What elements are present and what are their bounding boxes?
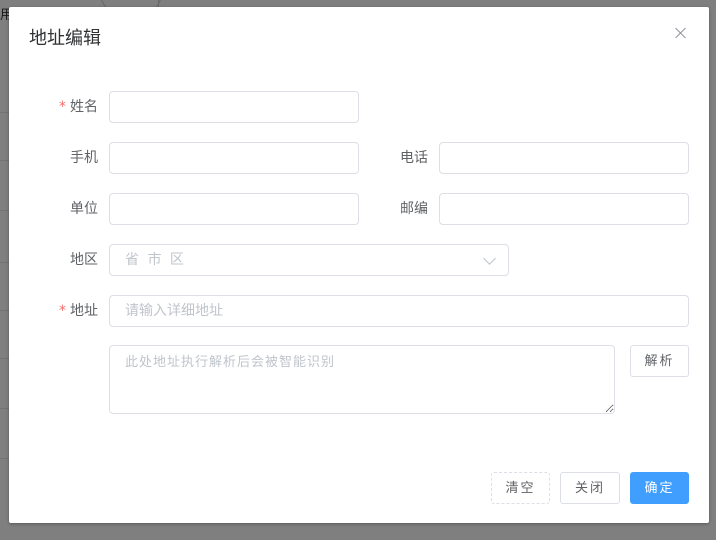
required-mark: *: [59, 303, 66, 319]
dialog-title: 地址编辑: [29, 28, 101, 49]
required-mark: *: [59, 99, 66, 115]
address-parse-textarea[interactable]: [109, 345, 615, 414]
name-label-text: 姓名: [70, 99, 98, 115]
close-button[interactable]: 关闭: [560, 472, 620, 504]
phone-label: 电话: [400, 150, 428, 166]
company-input[interactable]: [109, 193, 359, 225]
confirm-button[interactable]: 确定: [630, 472, 689, 504]
postcode-label: 邮编: [400, 201, 428, 217]
parse-button[interactable]: 解析: [630, 345, 689, 377]
company-label: 单位: [70, 201, 98, 217]
region-placeholder: 省 市 区: [125, 252, 186, 268]
region-select[interactable]: 省 市 区: [109, 244, 509, 276]
address-edit-dialog: 地址编辑 *姓名 手机 电话 单位 邮编 地区 省 市 区 *地址 解析 清空 …: [9, 7, 709, 523]
address-label: * 地址: [18, 295, 98, 327]
close-icon[interactable]: [673, 25, 689, 41]
address-label-text: 地址: [70, 303, 98, 319]
chevron-down-icon: [483, 252, 496, 265]
mobile-input[interactable]: [109, 142, 359, 174]
clear-button[interactable]: 清空: [491, 472, 550, 504]
phone-input[interactable]: [439, 142, 689, 174]
mobile-label: 手机: [70, 150, 98, 166]
region-label: 地区: [70, 252, 98, 268]
postcode-input[interactable]: [439, 193, 689, 225]
name-label: * 姓名: [18, 91, 98, 123]
name-input[interactable]: [109, 91, 359, 123]
address-input[interactable]: [109, 295, 689, 327]
